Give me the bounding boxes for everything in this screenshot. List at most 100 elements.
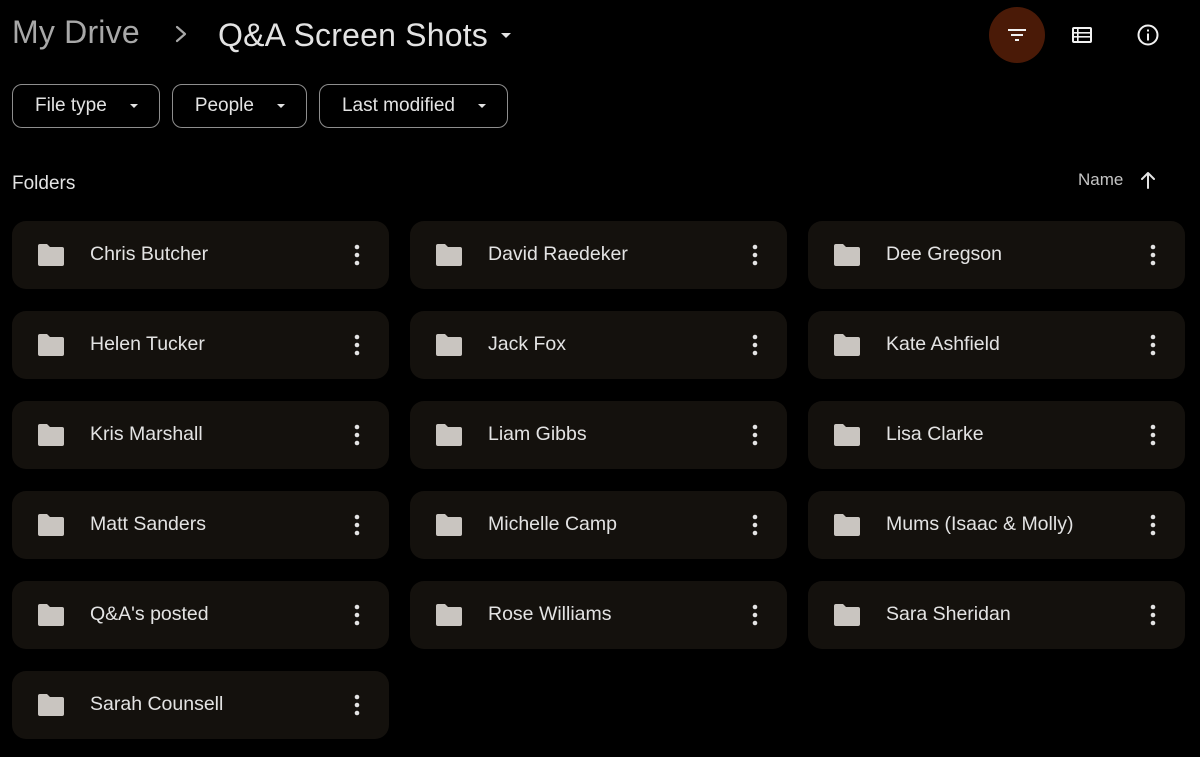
folder-icon [436,514,462,536]
folder-icon [38,694,64,716]
list-view-button[interactable] [1054,7,1110,63]
caret-down-icon [276,104,285,108]
more-actions-button[interactable] [1135,237,1171,273]
folder-item[interactable]: Michelle Camp [410,491,787,559]
caret-down-icon [501,33,512,38]
more-actions-button[interactable] [1135,597,1171,633]
more-actions-button[interactable] [339,327,375,363]
folder-name: Dee Gregson [886,243,1002,265]
folder-name: Lisa Clarke [886,423,984,445]
chevron-right-icon [175,25,187,43]
more-vert-icon [752,514,758,536]
folder-item[interactable]: Helen Tucker [12,311,389,379]
folder-item[interactable]: Kris Marshall [12,401,389,469]
folder-name: Michelle Camp [488,513,617,535]
folder-icon [436,334,462,356]
folder-item[interactable]: Sarah Counsell [12,671,389,739]
people-chip[interactable]: People [171,84,307,128]
more-actions-button[interactable] [737,237,773,273]
folder-item[interactable]: Rose Williams [410,581,787,649]
folder-item[interactable]: Kate Ashfield [808,311,1185,379]
folder-icon [834,334,860,356]
breadcrumb-current-folder[interactable]: Q&A Screen Shots [218,14,518,56]
more-vert-icon [752,424,758,446]
folder-item[interactable]: Sara Sheridan [808,581,1185,649]
more-actions-button[interactable] [339,237,375,273]
filter-button[interactable] [989,7,1045,63]
filter-chips: File type People Last modified [12,84,508,128]
chip-label: People [194,95,254,116]
more-actions-button[interactable] [339,687,375,723]
folder-name: Liam Gibbs [488,423,587,445]
folder-name: Kris Marshall [90,423,203,445]
list-view-icon [1072,27,1092,43]
more-vert-icon [354,604,360,626]
caret-down-icon [478,104,486,108]
more-actions-button[interactable] [339,417,375,453]
breadcrumb-my-drive[interactable]: My Drive [12,14,140,51]
folder-name: Mums (Isaac & Molly) [886,513,1074,535]
folder-name: Sarah Counsell [90,693,224,715]
folder-item[interactable]: Matt Sanders [12,491,389,559]
more-vert-icon [354,334,360,356]
folders-section-title: Folders [12,173,76,194]
caret-down-icon [129,104,138,108]
sort-label: Name [1078,170,1124,189]
chip-label: File type [35,95,107,116]
more-actions-button[interactable] [1135,327,1171,363]
more-actions-button[interactable] [339,597,375,633]
folder-item[interactable]: Q&A's posted [12,581,389,649]
more-actions-button[interactable] [1135,507,1171,543]
folder-icon [834,604,860,626]
filter-icon [1008,29,1026,41]
folder-grid: Chris Butcher David Raedeker Dee Gregson [12,221,1185,739]
folder-icon [834,424,860,446]
folder-icon [38,334,64,356]
sort-by-name-button[interactable]: Name [1078,166,1159,194]
folder-name: Kate Ashfield [886,333,1000,355]
arrow-up-icon [1141,172,1156,189]
more-vert-icon [354,244,360,266]
more-vert-icon [1150,514,1156,536]
folder-icon [38,244,64,266]
folder-item[interactable]: Jack Fox [410,311,787,379]
folder-item[interactable]: Dee Gregson [808,221,1185,289]
more-actions-button[interactable] [737,417,773,453]
more-vert-icon [1150,604,1156,626]
folder-icon [436,244,462,266]
folder-name: Chris Butcher [90,243,209,265]
file-type-chip[interactable]: File type [12,84,160,128]
folder-name: Sara Sheridan [886,603,1011,625]
folder-name: Matt Sanders [90,513,206,535]
more-vert-icon [752,604,758,626]
more-vert-icon [752,334,758,356]
more-vert-icon [354,424,360,446]
folder-name: Jack Fox [488,333,567,355]
chip-label: Last modified [341,95,455,116]
folder-icon [38,514,64,536]
more-actions-button[interactable] [737,507,773,543]
more-actions-button[interactable] [339,507,375,543]
folder-name: David Raedeker [488,243,628,265]
more-vert-icon [1150,334,1156,356]
folder-item[interactable]: David Raedeker [410,221,787,289]
more-actions-button[interactable] [1135,417,1171,453]
folder-item[interactable]: Lisa Clarke [808,401,1185,469]
more-vert-icon [1150,424,1156,446]
folder-icon [834,244,860,266]
current-folder-title: Q&A Screen Shots [218,16,489,53]
more-actions-button[interactable] [737,327,773,363]
more-actions-button[interactable] [737,597,773,633]
folder-icon [436,604,462,626]
more-vert-icon [354,514,360,536]
folder-item[interactable]: Liam Gibbs [410,401,787,469]
last-modified-chip[interactable]: Last modified [318,84,508,128]
more-vert-icon [1150,244,1156,266]
folder-icon [436,424,462,446]
folder-icon [38,604,64,626]
folder-name: Q&A's posted [90,603,209,625]
folder-item[interactable]: Chris Butcher [12,221,389,289]
details-info-button[interactable] [1120,7,1176,63]
folder-icon [834,514,860,536]
folder-item[interactable]: Mums (Isaac & Molly) [808,491,1185,559]
